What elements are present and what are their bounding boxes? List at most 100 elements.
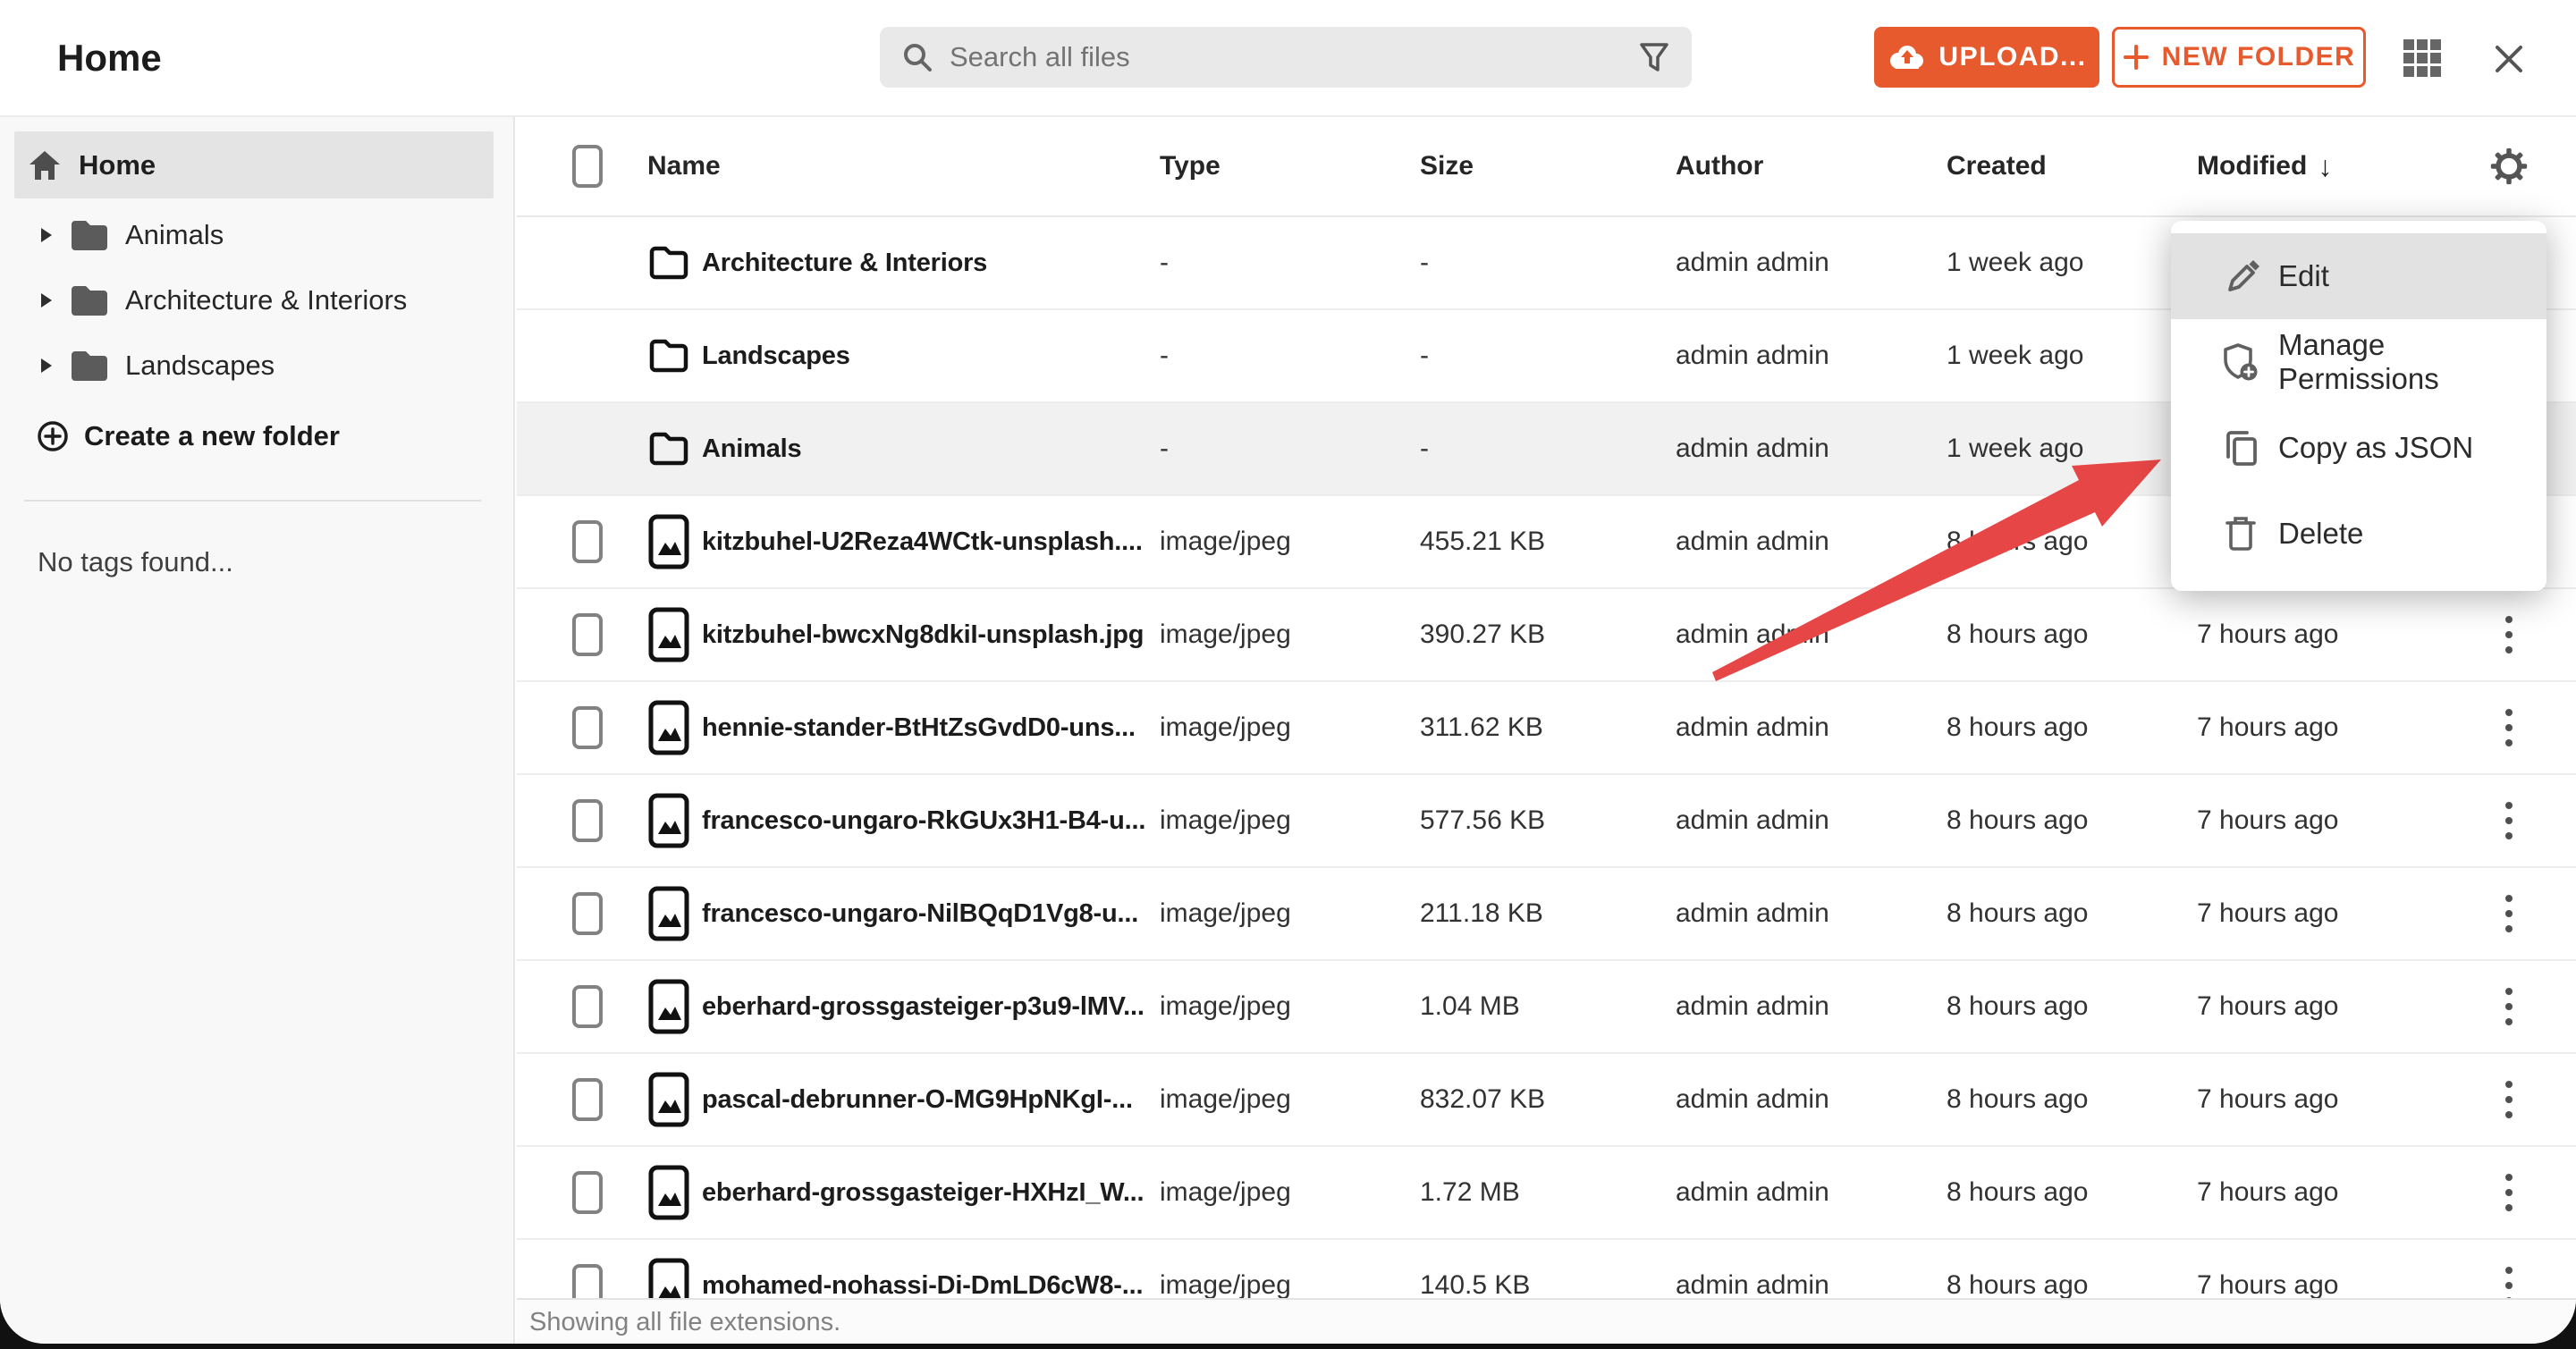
row-kebab-menu[interactable] <box>2489 775 2529 866</box>
column-header-author[interactable]: Author <box>1676 117 1763 215</box>
kebab-menu-icon <box>2505 709 2513 746</box>
row-kebab-menu[interactable] <box>2489 1054 2529 1145</box>
cell-name[interactable]: francesco-ungaro-RkGUx3H1-B4-u... <box>702 775 1145 866</box>
row-checkbox[interactable] <box>572 589 603 680</box>
cell-name[interactable]: hennie-stander-BtHtZsGvdD0-uns... <box>702 682 1136 773</box>
menu-item-label: Copy as JSON <box>2278 431 2474 464</box>
context-menu-item[interactable]: Copy as JSON <box>2171 405 2546 491</box>
row-kebab-menu[interactable] <box>2489 682 2529 773</box>
table-row[interactable]: francesco-ungaro-RkGUx3H1-B4-u... image/… <box>517 775 2576 868</box>
row-checkbox[interactable] <box>572 1240 603 1298</box>
cell-name[interactable]: eberhard-grossgasteiger-p3u9-lMV... <box>702 961 1144 1052</box>
sidebar-folder-tree: Animals Architecture & Interiors Landsca… <box>0 202 513 398</box>
context-menu-items: Edit Manage Permissions Copy as JSON Del… <box>2171 233 2546 577</box>
row-checkbox[interactable] <box>572 775 603 866</box>
copy-icon <box>2226 431 2257 466</box>
row-checkbox[interactable] <box>572 496 603 587</box>
table-row[interactable]: pascal-debrunner-O-MG9HpNKgI-... image/j… <box>517 1054 2576 1147</box>
search-icon <box>904 44 932 72</box>
context-menu-item[interactable]: Edit <box>2171 233 2546 319</box>
cell-modified: 7 hours ago <box>2197 805 2339 835</box>
plus-icon <box>2123 45 2149 70</box>
cell-name[interactable]: kitzbuhel-U2Reza4WCtk-unsplash.... <box>702 496 1143 587</box>
cell-size: - <box>1420 248 1429 277</box>
select-all-checkbox[interactable] <box>572 117 603 215</box>
sidebar-tree-item[interactable]: Landscapes <box>0 333 513 398</box>
column-header-modified[interactable]: Modified ↓ <box>2197 117 2332 215</box>
table-row[interactable]: eberhard-grossgasteiger-p3u9-lMV... imag… <box>517 961 2576 1054</box>
table-settings-gear-icon[interactable] <box>2489 117 2529 215</box>
kebab-menu-icon <box>2505 1081 2513 1118</box>
row-kebab-menu[interactable] <box>2489 1240 2529 1298</box>
cell-author: admin admin <box>1676 341 1829 370</box>
cell-author: admin admin <box>1676 898 1829 928</box>
upload-button-label: UPLOAD... <box>1938 42 2087 72</box>
create-folder-button[interactable]: Create a new folder <box>0 403 513 468</box>
row-checkbox[interactable] <box>572 682 603 773</box>
table-row[interactable]: francesco-ungaro-NilBQqD1Vg8-u... image/… <box>517 868 2576 961</box>
cell-name[interactable]: kitzbuhel-bwcxNg8dkiI-unsplash.jpg <box>702 589 1144 680</box>
table-row[interactable]: eberhard-grossgasteiger-HXHzI_W... image… <box>517 1147 2576 1240</box>
column-header-created[interactable]: Created <box>1947 117 2047 215</box>
cell-author: admin admin <box>1676 1177 1829 1207</box>
cell-name[interactable]: eberhard-grossgasteiger-HXHzI_W... <box>702 1147 1144 1238</box>
upload-button[interactable]: UPLOAD... <box>1874 27 2099 88</box>
cell-name[interactable]: francesco-ungaro-NilBQqD1Vg8-u... <box>702 868 1138 959</box>
sidebar-tree-item[interactable]: Animals <box>0 202 513 267</box>
row-checkbox[interactable] <box>572 868 603 959</box>
cell-size: 1.72 MB <box>1420 1177 1520 1207</box>
cell-author: admin admin <box>1676 527 1829 556</box>
status-text: Showing all file extensions. <box>529 1308 841 1336</box>
cell-name[interactable]: Landscapes <box>702 310 850 401</box>
search-input[interactable] <box>948 40 1636 74</box>
row-kebab-menu[interactable] <box>2489 1147 2529 1238</box>
column-header-type[interactable]: Type <box>1160 117 1220 215</box>
file-table-header: Name Type Size Author Created Modified ↓ <box>517 117 2576 217</box>
table-row[interactable]: hennie-stander-BtHtZsGvdD0-uns... image/… <box>517 682 2576 775</box>
cell-name[interactable]: pascal-debrunner-O-MG9HpNKgI-... <box>702 1054 1133 1145</box>
grid-view-toggle-icon[interactable] <box>2402 38 2443 79</box>
cell-name[interactable]: Architecture & Interiors <box>702 217 987 308</box>
row-checkbox[interactable] <box>572 1054 603 1145</box>
image-file-icon <box>648 700 689 755</box>
row-checkbox[interactable] <box>572 1147 603 1238</box>
cell-created: 8 hours ago <box>1947 1084 2089 1114</box>
folder-icon <box>649 432 688 466</box>
filter-icon[interactable] <box>1636 39 1672 75</box>
row-kebab-menu[interactable] <box>2489 589 2529 680</box>
cell-size: 455.21 KB <box>1420 527 1546 556</box>
new-folder-button[interactable]: NEW FOLDER <box>2112 27 2366 88</box>
new-folder-button-label: NEW FOLDER <box>2161 42 2356 72</box>
cell-size: 140.5 KB <box>1420 1270 1531 1298</box>
row-kebab-menu[interactable] <box>2489 868 2529 959</box>
cell-name[interactable]: Animals <box>702 403 802 494</box>
chevron-right-icon[interactable] <box>39 357 54 375</box>
cell-author: admin admin <box>1676 434 1829 463</box>
image-file-icon <box>648 1165 689 1220</box>
column-header-name[interactable]: Name <box>647 117 721 215</box>
cell-name[interactable]: mohamed-nohassi-Di-DmLD6cW8-... <box>702 1240 1144 1299</box>
cell-created: 1 week ago <box>1947 248 2084 277</box>
folder-icon <box>649 246 688 280</box>
cell-type: image/jpeg <box>1160 1270 1291 1298</box>
folder-icon <box>72 285 107 316</box>
image-file-icon <box>648 1072 689 1127</box>
row-kebab-menu[interactable] <box>2489 961 2529 1052</box>
cell-size: 211.18 KB <box>1420 898 1543 928</box>
context-menu-item[interactable]: Manage Permissions <box>2171 319 2546 405</box>
chevron-right-icon[interactable] <box>39 291 54 309</box>
image-file-icon <box>648 886 689 941</box>
sidebar-item-home[interactable]: Home <box>14 131 494 198</box>
table-row[interactable]: mohamed-nohassi-Di-DmLD6cW8-... image/jp… <box>517 1240 2576 1298</box>
table-row[interactable]: kitzbuhel-bwcxNg8dkiI-unsplash.jpg image… <box>517 589 2576 682</box>
column-header-size[interactable]: Size <box>1420 117 1474 215</box>
close-icon[interactable] <box>2489 39 2529 79</box>
sidebar-tree-item[interactable]: Architecture & Interiors <box>0 267 513 333</box>
cell-modified: 7 hours ago <box>2197 712 2339 742</box>
row-checkbox[interactable] <box>572 961 603 1052</box>
folder-icon <box>649 339 688 373</box>
kebab-menu-icon <box>2505 1267 2513 1298</box>
page-title: Home <box>57 36 162 79</box>
chevron-right-icon[interactable] <box>39 226 54 244</box>
context-menu-item[interactable]: Delete <box>2171 491 2546 577</box>
